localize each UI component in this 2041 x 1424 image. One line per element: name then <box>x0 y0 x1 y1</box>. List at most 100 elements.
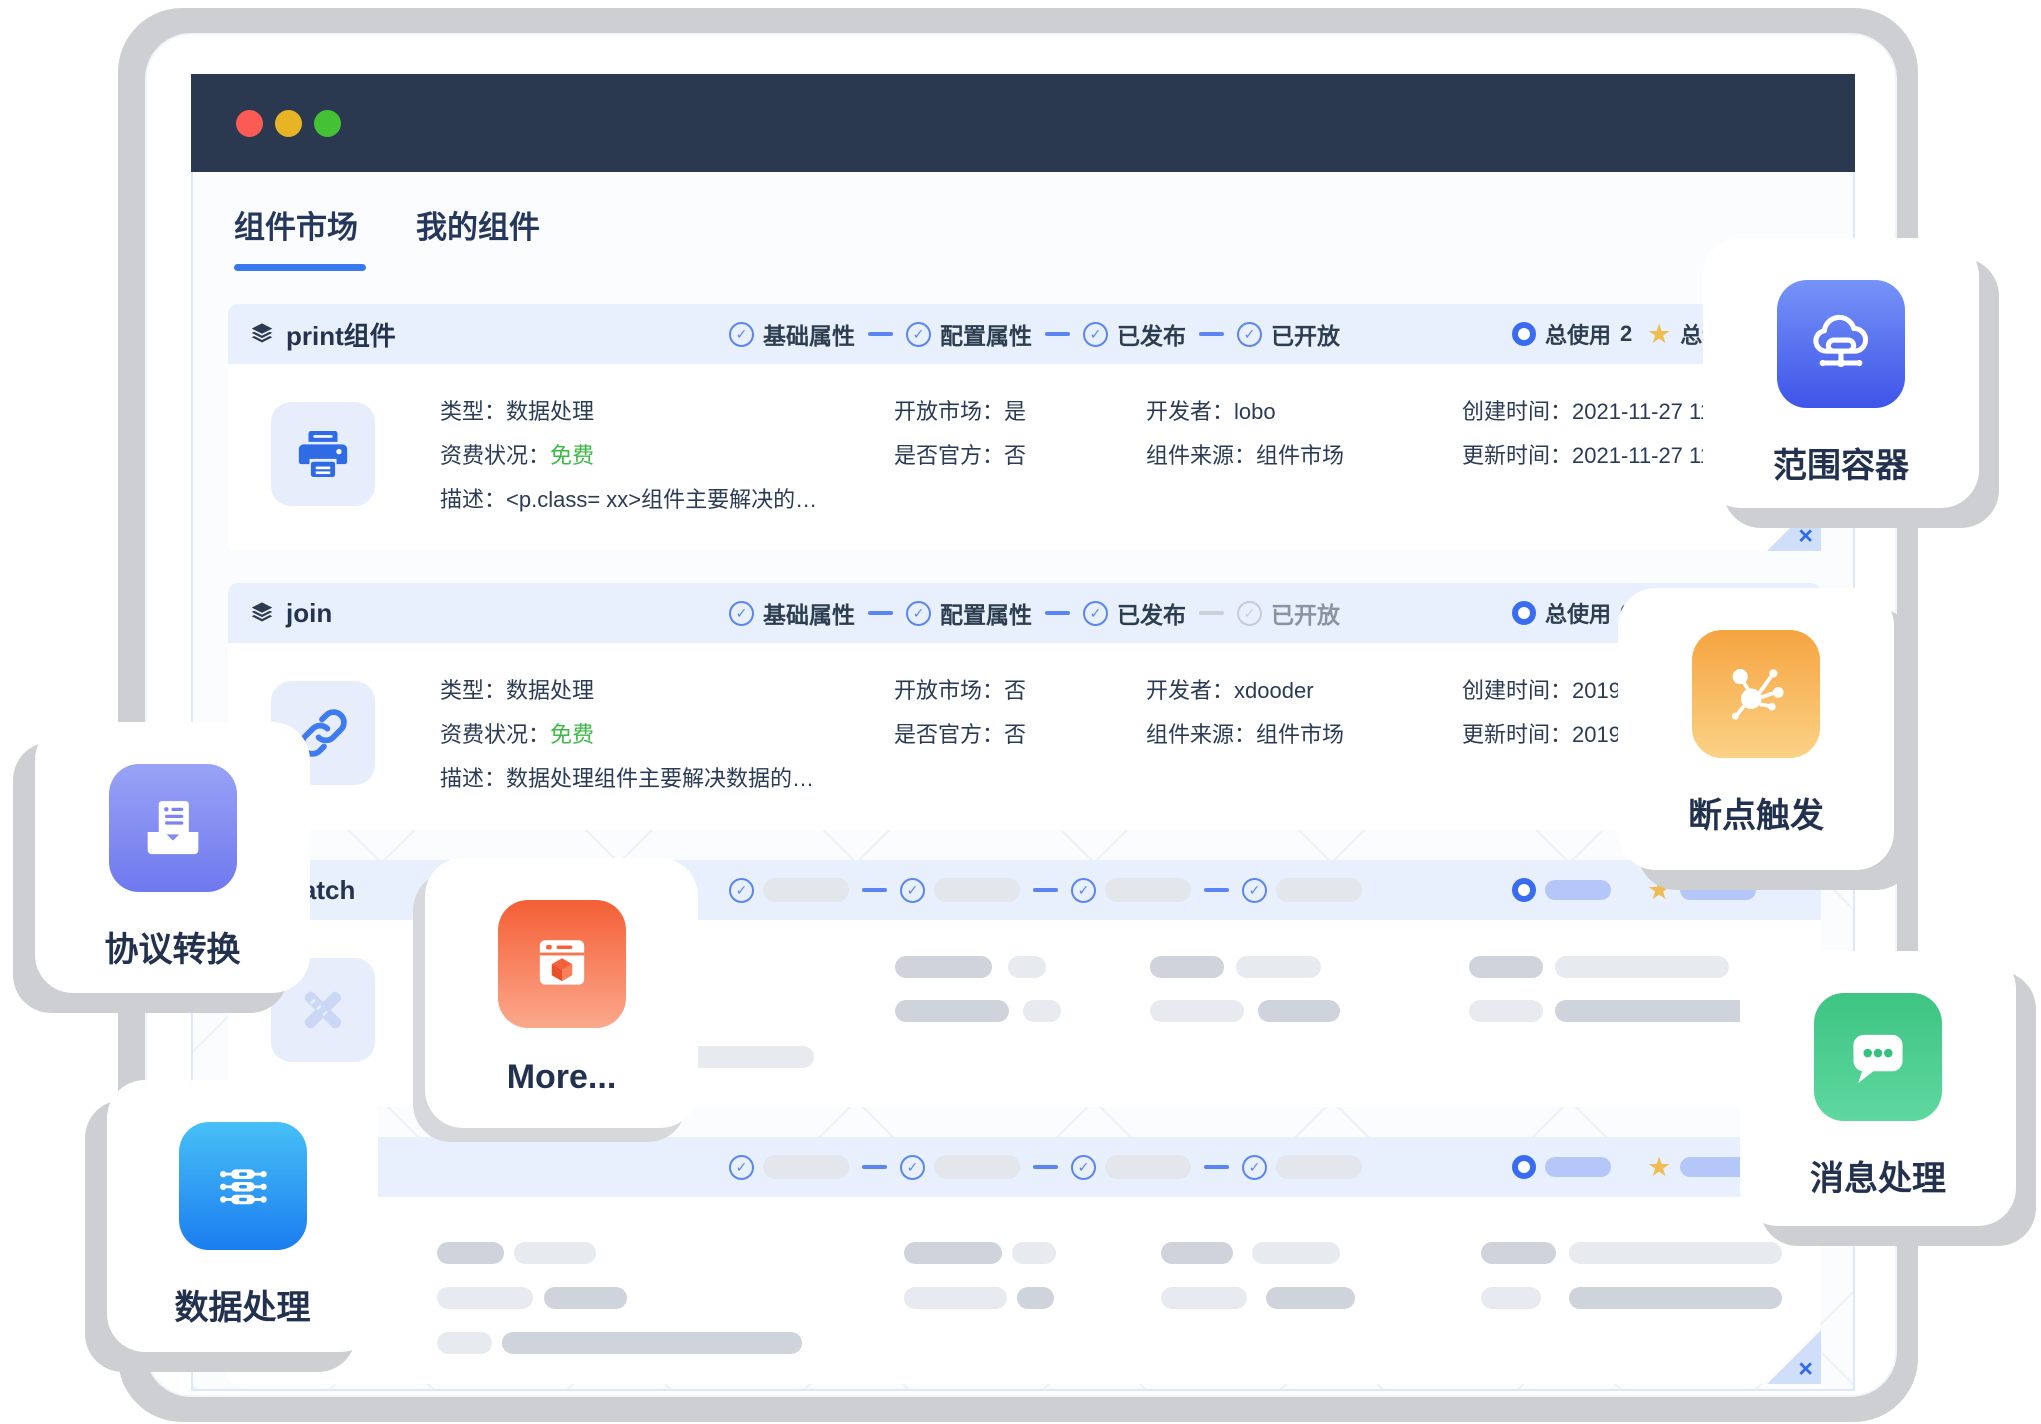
usage-count-skeleton <box>1512 860 1611 920</box>
field-official: 是否官方：否 <box>894 717 1026 747</box>
component-name: join <box>249 598 332 629</box>
feature-card-protocol-convert[interactable]: 协议转换 <box>35 722 310 993</box>
feature-card-message-process[interactable]: 消息处理 <box>1740 951 2016 1226</box>
minimize-window-button[interactable] <box>275 110 302 137</box>
skeleton-pill <box>904 1287 1007 1309</box>
check-circle-icon: ✓ <box>1237 601 1262 626</box>
check-circle-icon: ✓ <box>729 322 754 347</box>
check-circle-icon: ✓ <box>1242 1155 1267 1180</box>
step-connector <box>1033 888 1058 892</box>
chat-bubble-icon <box>1814 993 1942 1121</box>
step-connector <box>868 332 893 336</box>
main-content: 组件市场 我的组件 print组件 ✓基础属性 ✓配置属性 ✓已发布 <box>191 172 1855 1391</box>
skeleton-pill <box>1150 1000 1244 1022</box>
step-published: ✓已发布 <box>1083 317 1186 351</box>
skeleton-pill <box>1555 1000 1754 1022</box>
field-type: 类型：数据处理 <box>440 394 594 424</box>
field-open-market: 开放市场：否 <box>894 673 1026 703</box>
usage-icon <box>1512 878 1536 902</box>
skeleton-pill <box>1569 1242 1782 1264</box>
skeleton-pill <box>437 1332 492 1354</box>
component-name: print组件 <box>249 316 396 353</box>
skeleton-pill <box>1150 956 1224 978</box>
skeleton-pill <box>1680 880 1756 900</box>
feature-card-data-process[interactable]: 数据处理 <box>107 1080 378 1352</box>
skeleton-pill <box>1469 1000 1543 1022</box>
card-corner-fold: × <box>1767 1330 1821 1384</box>
skeleton-pill <box>1469 956 1543 978</box>
tab-my-components[interactable]: 我的组件 <box>416 202 540 247</box>
field-created: 创建时间：2019-1 <box>1462 673 1641 703</box>
skeleton-pill <box>437 1287 533 1309</box>
ruler-pen-icon <box>294 981 352 1039</box>
close-window-button[interactable] <box>236 110 263 137</box>
step-skeleton: ✓ <box>1242 1155 1362 1180</box>
status-stepper: ✓基础属性 ✓配置属性 ✓已发布 ✓已开放 <box>729 583 1340 643</box>
component-row-join[interactable]: join ✓基础属性 ✓配置属性 ✓已发布 ✓已开放 总使用6 <box>228 583 1821 830</box>
check-circle-icon: ✓ <box>1071 1155 1096 1180</box>
field-fee: 资费状况：免费 <box>440 438 594 468</box>
skeleton-pill <box>514 1242 596 1264</box>
step-connector <box>1204 1165 1229 1169</box>
field-fee: 资费状况：免费 <box>440 717 594 747</box>
check-circle-icon: ✓ <box>900 878 925 903</box>
app-screenshot: 组件市场 我的组件 print组件 ✓基础属性 ✓配置属性 ✓已发布 <box>0 0 2041 1424</box>
skeleton-pill <box>763 878 849 902</box>
step-config: ✓配置属性 <box>906 596 1032 630</box>
feature-card-label: 断点触发 <box>1688 788 1824 837</box>
component-icon-tile <box>271 402 375 506</box>
data-pipeline-icon <box>179 1122 307 1250</box>
field-updated: 更新时间：2019-1 <box>1462 717 1641 747</box>
skeleton-pill <box>1481 1287 1541 1309</box>
skeleton-pill <box>1017 1287 1054 1309</box>
field-source: 组件来源：组件市场 <box>1146 438 1344 468</box>
skeleton-pill <box>763 1155 849 1179</box>
skeleton-pill <box>1236 956 1321 978</box>
feature-card-breakpoint-trigger[interactable]: 断点触发 <box>1618 588 1894 870</box>
skeleton-pill <box>1276 1155 1362 1179</box>
tab-bar: 组件市场 我的组件 <box>234 202 540 247</box>
skeleton-pill <box>437 1242 504 1264</box>
step-connector <box>1199 611 1224 615</box>
field-updated: 更新时间：2021-11-27 11:2 <box>1462 438 1730 468</box>
tab-component-market[interactable]: 组件市场 <box>234 202 358 247</box>
component-row-header: print组件 ✓基础属性 ✓配置属性 ✓已发布 ✓已开放 总使用2 <box>228 304 1821 364</box>
field-source: 组件来源：组件市场 <box>1146 717 1344 747</box>
skeleton-pill <box>1012 1242 1056 1264</box>
step-connector <box>868 611 893 615</box>
step-skeleton: ✓ <box>729 1155 849 1180</box>
feature-card-scope-container[interactable]: 范围容器 <box>1703 238 1979 508</box>
close-card-icon[interactable]: × <box>1798 522 1813 551</box>
skeleton-pill <box>1545 880 1611 900</box>
skeleton-pill <box>1023 1000 1061 1022</box>
feature-card-more[interactable]: More... <box>425 858 698 1128</box>
step-published: ✓已发布 <box>1083 596 1186 630</box>
skeleton-pill <box>1252 1242 1340 1264</box>
skeleton-pill <box>1276 878 1362 902</box>
printer-icon <box>294 425 352 483</box>
usage-count: 总使用6 <box>1512 583 1632 643</box>
check-circle-icon: ✓ <box>1083 322 1108 347</box>
close-card-icon[interactable]: × <box>1798 1355 1813 1384</box>
step-skeleton: ✓ <box>1071 878 1191 903</box>
zoom-window-button[interactable] <box>314 110 341 137</box>
feature-card-label: 协议转换 <box>105 922 241 971</box>
component-row-print[interactable]: print组件 ✓基础属性 ✓配置属性 ✓已发布 ✓已开放 总使用2 <box>228 304 1821 551</box>
check-circle-icon: ✓ <box>906 322 931 347</box>
field-type: 类型：数据处理 <box>440 673 594 703</box>
component-row-skeleton[interactable]: ✓ ✓ ✓ ✓ ★ <box>228 1137 1821 1384</box>
field-developer: 开发者：xdooder <box>1146 673 1314 703</box>
step-connector <box>1199 332 1224 336</box>
check-circle-icon: ✓ <box>729 1155 754 1180</box>
component-name-label: join <box>286 598 332 629</box>
step-open: ✓已开放 <box>1237 596 1340 630</box>
layers-icon <box>249 600 275 626</box>
skeleton-pill <box>1105 1155 1191 1179</box>
check-circle-icon: ✓ <box>1237 322 1262 347</box>
skeleton-pill <box>895 956 992 978</box>
skeleton-pill <box>904 1242 1002 1264</box>
check-circle-icon: ✓ <box>729 601 754 626</box>
star-icon: ★ <box>1647 321 1671 348</box>
window-titlebar <box>191 74 1855 172</box>
skeleton-pill <box>1481 1242 1556 1264</box>
